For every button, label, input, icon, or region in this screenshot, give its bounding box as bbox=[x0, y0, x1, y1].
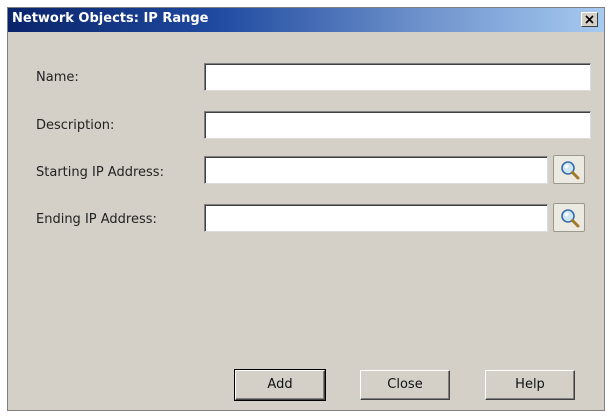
description-input[interactable] bbox=[204, 111, 591, 139]
close-icon bbox=[585, 15, 594, 24]
magnifier-icon bbox=[561, 209, 580, 228]
starting-ip-input[interactable] bbox=[204, 156, 548, 184]
close-window-button[interactable] bbox=[581, 12, 598, 27]
starting-ip-lookup-button[interactable] bbox=[553, 155, 585, 184]
name-input[interactable] bbox=[204, 63, 591, 91]
add-button[interactable]: Add bbox=[234, 369, 326, 401]
dialog-title: Network Objects: IP Range bbox=[12, 11, 209, 26]
ending-ip-lookup-button[interactable] bbox=[553, 203, 585, 232]
magnifier-icon bbox=[561, 161, 580, 180]
ending-ip-input[interactable] bbox=[204, 204, 548, 232]
ip-range-dialog: Network Objects: IP Range Name: Descript… bbox=[7, 7, 605, 411]
ending-ip-label: Ending IP Address: bbox=[36, 212, 157, 227]
close-button[interactable]: Close bbox=[360, 370, 450, 400]
starting-ip-label: Starting IP Address: bbox=[36, 165, 164, 180]
name-label: Name: bbox=[36, 70, 79, 85]
help-button[interactable]: Help bbox=[485, 370, 575, 400]
title-bar[interactable]: Network Objects: IP Range bbox=[8, 8, 604, 32]
description-label: Description: bbox=[36, 118, 115, 133]
